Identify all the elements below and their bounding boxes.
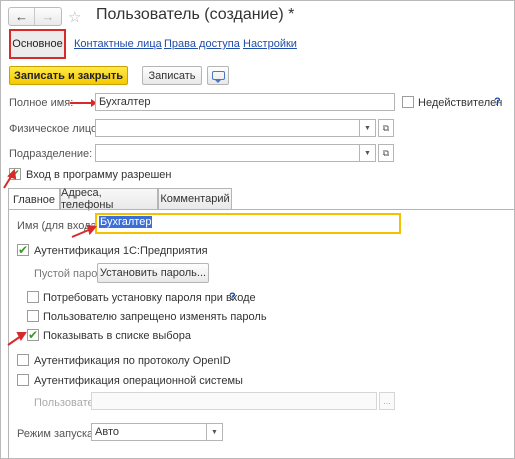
red-arrow-annotation <box>71 224 97 238</box>
annotation-layer <box>3 168 97 346</box>
red-arrow-annotation <box>3 168 17 189</box>
red-arrow-annotation <box>7 332 27 346</box>
